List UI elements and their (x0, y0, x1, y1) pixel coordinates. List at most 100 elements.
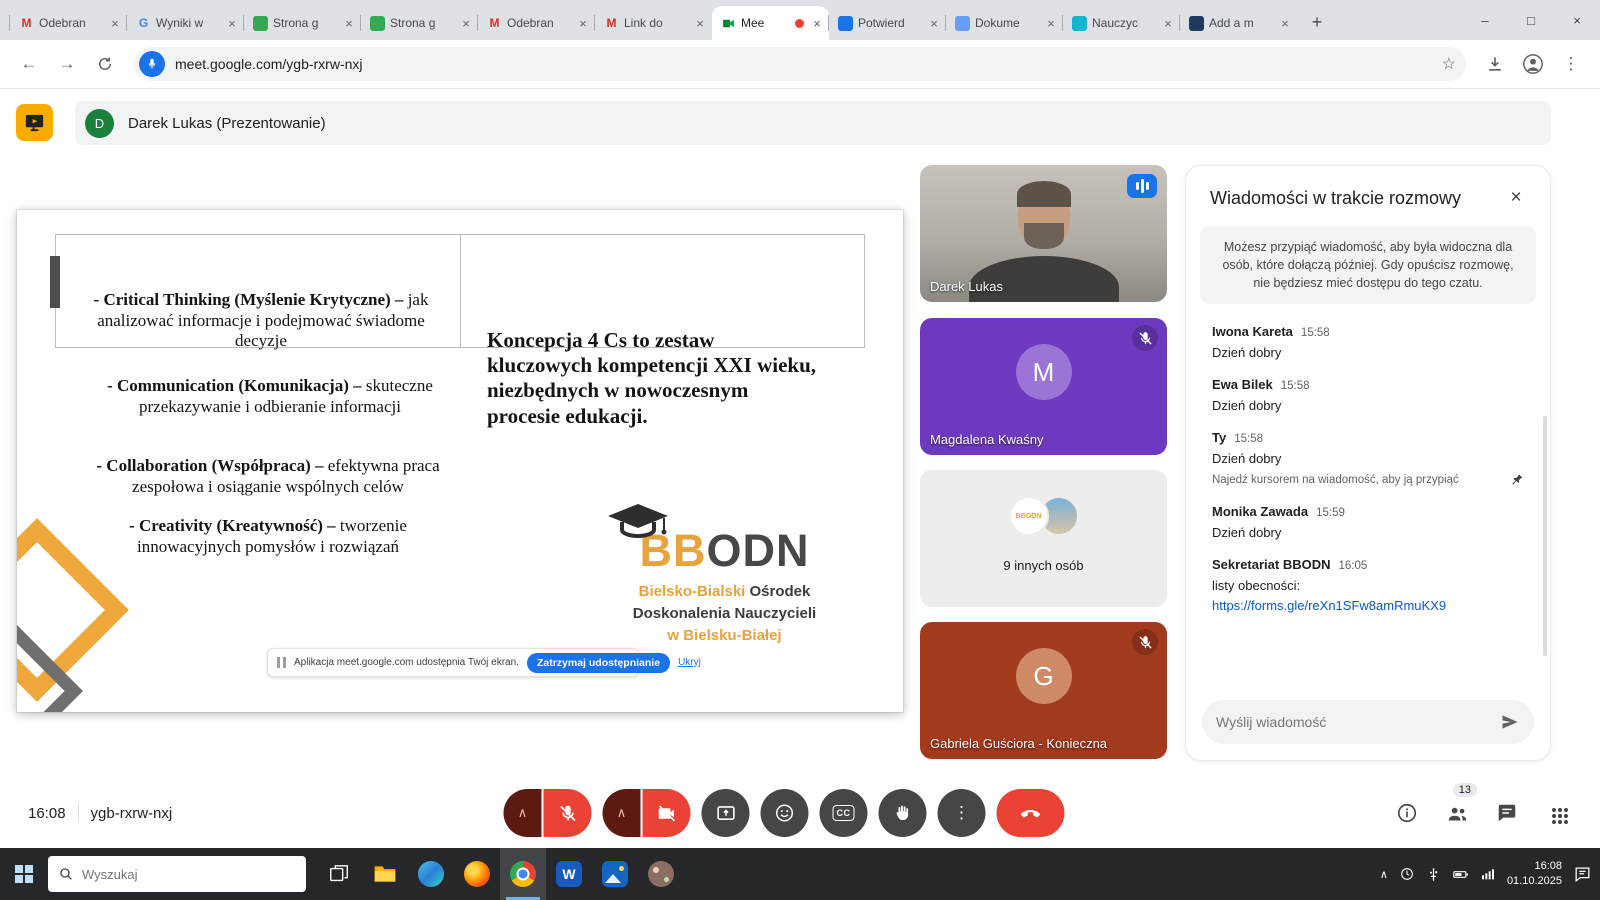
forward-button[interactable]: → (50, 47, 84, 81)
stop-sharing-button[interactable]: Zatrzymaj udostępnianie (527, 653, 670, 673)
tab-close-icon[interactable]: × (692, 15, 708, 31)
hide-banner-link[interactable]: Ukryj (678, 657, 701, 668)
participant-video-hair (1017, 181, 1071, 207)
gmail-icon: M (604, 16, 619, 31)
browser-menu-button[interactable]: ⋮ (1554, 47, 1588, 81)
tab-docs-1[interactable]: Potwierd × (829, 6, 946, 40)
tab-gmail-1[interactable]: M Odebran × (10, 6, 127, 40)
end-call-button[interactable] (997, 789, 1065, 837)
gmail-icon: M (19, 16, 34, 31)
start-button[interactable] (0, 848, 48, 900)
present-screen-button[interactable] (702, 789, 750, 837)
activities-button[interactable] (1536, 792, 1578, 834)
tab-app-1[interactable]: Nauczyc × (1063, 6, 1180, 40)
tab-close-icon[interactable]: × (224, 15, 240, 31)
battery-icon[interactable] (1452, 866, 1469, 883)
author-name: Ewa Bilek (1212, 377, 1273, 392)
camera-off-button[interactable] (643, 789, 691, 837)
camera-options-caret-icon[interactable]: ∧ (603, 789, 641, 837)
send-icon[interactable] (1500, 712, 1520, 732)
url-text: meet.google.com/ygb-rxrw-nxj (175, 56, 1432, 72)
screen-share-banner: Aplikacja meet.google.com udostępnia Twó… (267, 648, 639, 677)
meeting-time: 16:08 (28, 805, 66, 822)
tab-close-icon[interactable]: × (575, 15, 591, 31)
tab-close-icon[interactable]: × (809, 15, 825, 31)
edge-button[interactable] (408, 848, 454, 900)
others-count-label: 9 innych osób (920, 558, 1167, 573)
new-tab-button[interactable]: + (1303, 8, 1331, 36)
tab-close-icon[interactable]: × (1277, 15, 1293, 31)
raise-hand-button[interactable] (879, 789, 927, 837)
file-explorer-button[interactable] (362, 848, 408, 900)
tab-docs-2[interactable]: Dokume × (946, 6, 1063, 40)
downloads-button[interactable] (1478, 47, 1512, 81)
notification-center-icon[interactable] (1573, 865, 1592, 884)
mic-in-use-icon[interactable] (139, 51, 165, 77)
firefox-button[interactable] (454, 848, 500, 900)
tab-app-2[interactable]: Add a m × (1180, 6, 1297, 40)
video-tile-darek[interactable]: Darek Lukas (920, 165, 1167, 302)
network-icon[interactable] (1480, 866, 1496, 882)
profile-button[interactable] (1516, 47, 1550, 81)
address-bar[interactable]: meet.google.com/ygb-rxrw-nxj ☆ (134, 47, 1466, 81)
tray-expand-icon[interactable]: ∧ (1380, 868, 1388, 881)
paint-button[interactable] (638, 848, 684, 900)
video-tile-gabriela[interactable]: G Gabriela Guściora - Konieczna (920, 622, 1167, 759)
close-window-button[interactable]: × (1554, 0, 1600, 40)
pin-icon (1510, 473, 1524, 487)
taskbar-search[interactable] (48, 856, 306, 892)
message-time: 15:58 (1281, 380, 1310, 392)
photos-button[interactable] (592, 848, 638, 900)
reactions-button[interactable] (761, 789, 809, 837)
tab-close-icon[interactable]: × (458, 15, 474, 31)
presenter-bar: D Darek Lukas (Prezentowanie) (75, 101, 1551, 145)
tile-others-group[interactable]: BBODN 9 innych osób (920, 470, 1167, 607)
back-button[interactable]: ← (12, 47, 46, 81)
attendance-form-link[interactable]: https://forms.gle/reXn1SFw8amRmuKX9 (1212, 598, 1524, 613)
captions-button[interactable]: CC (820, 789, 868, 837)
message-text: Dzień dobry (1212, 525, 1524, 540)
mic-mute-button[interactable] (544, 789, 592, 837)
pin-hint-text: Najedź kursorem na wiadomość, aby ją prz… (1212, 474, 1459, 486)
tab-label: Odebran (507, 16, 570, 30)
taskbar-clock[interactable]: 16:08 01.10.2025 (1507, 859, 1562, 889)
kebab-icon: ⋮ (953, 803, 970, 823)
tab-close-icon[interactable]: × (926, 15, 942, 31)
tab-close-icon[interactable]: × (1043, 15, 1059, 31)
reload-button[interactable] (88, 47, 122, 81)
video-tile-magdalena[interactable]: M Magdalena Kwaśny (920, 318, 1167, 455)
tab-search-results[interactable]: G Wyniki w × (127, 6, 244, 40)
site-icon (370, 16, 385, 31)
tab-meet-active[interactable]: Mee × (712, 6, 829, 40)
tab-close-icon[interactable]: × (341, 15, 357, 31)
tab-close-icon[interactable]: × (1160, 15, 1176, 31)
meeting-details-button[interactable] (1386, 792, 1428, 834)
chat-panel: Wiadomości w trakcie rozmowy × Możesz pr… (1185, 165, 1551, 761)
search-input[interactable] (82, 867, 296, 882)
slide-bullet-1: - Critical Thinking (Myślenie Krytyczne)… (75, 290, 447, 352)
task-view-button[interactable] (316, 848, 362, 900)
chat-close-icon[interactable]: × (1502, 184, 1530, 212)
bookmark-star-icon[interactable]: ☆ (1442, 54, 1456, 74)
tab-gmail-3[interactable]: M Link do × (595, 6, 712, 40)
chrome-button-active[interactable] (500, 848, 546, 900)
message-author: Ty15:58 (1212, 430, 1524, 445)
more-options-button[interactable]: ⋮ (938, 789, 986, 837)
participants-button[interactable]: 13 (1436, 792, 1478, 834)
tab-gmail-2[interactable]: M Odebran × (478, 6, 595, 40)
tab-close-icon[interactable]: × (107, 15, 123, 31)
chat-scrollbar[interactable] (1543, 416, 1547, 656)
chat-input[interactable] (1216, 714, 1492, 730)
word-button[interactable]: W (546, 848, 592, 900)
paint-icon (648, 861, 674, 887)
tab-site-1[interactable]: Strona g × (244, 6, 361, 40)
share-banner-text: Aplikacja meet.google.com udostępnia Twó… (294, 657, 519, 668)
tab-site-2[interactable]: Strona g × (361, 6, 478, 40)
mic-options-caret-icon[interactable]: ∧ (504, 789, 542, 837)
usb-icon[interactable] (1426, 867, 1441, 882)
maximize-button[interactable]: □ (1508, 0, 1554, 40)
chat-toggle-button[interactable] (1486, 792, 1528, 834)
clock-sync-icon[interactable] (1399, 866, 1415, 882)
minimize-button[interactable]: – (1462, 0, 1508, 40)
author-name: Ty (1212, 430, 1226, 445)
